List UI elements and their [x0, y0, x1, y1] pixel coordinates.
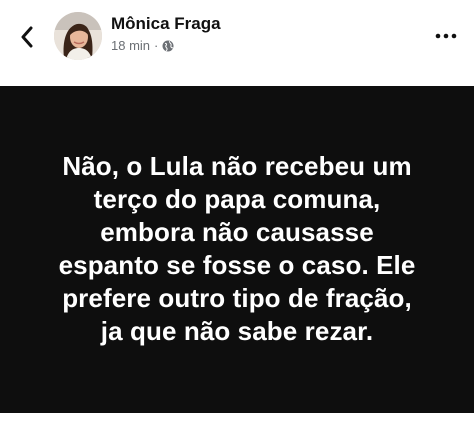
meta-separator: · [154, 38, 159, 53]
post-meta: 18 min · [111, 38, 174, 53]
footer-strip [0, 413, 474, 427]
author-name[interactable]: Mônica Fraga [111, 14, 221, 34]
avatar[interactable] [54, 12, 102, 60]
post-text: Não, o Lula não recebeu um terço do papa… [58, 150, 416, 346]
post-timestamp[interactable]: 18 min [111, 38, 150, 53]
profile-photo [54, 12, 102, 60]
post-screen: Mônica Fraga 18 min · Não, o Lula não re… [0, 0, 474, 427]
globe-icon[interactable] [162, 40, 174, 52]
back-button[interactable] [12, 20, 42, 54]
chevron-left-icon [21, 26, 33, 48]
more-options-button[interactable] [434, 24, 458, 48]
post-content-panel[interactable]: Não, o Lula não recebeu um terço do papa… [0, 86, 474, 413]
post-header: Mônica Fraga 18 min · [0, 0, 474, 86]
more-horizontal-icon [435, 33, 457, 39]
